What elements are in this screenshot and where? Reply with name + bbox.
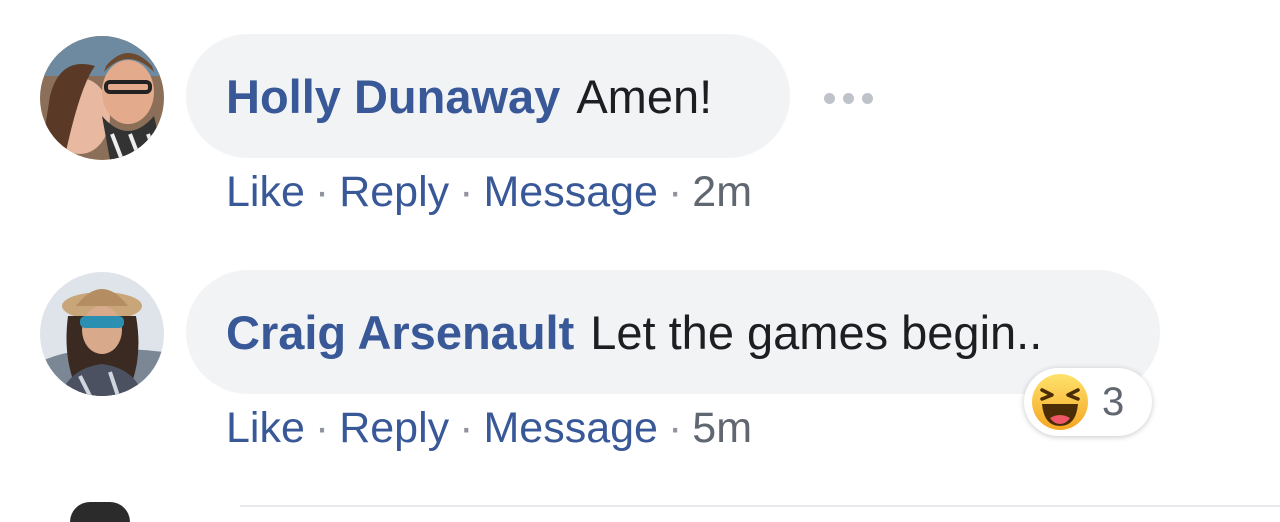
separator: · bbox=[667, 404, 683, 452]
avatar[interactable] bbox=[40, 272, 164, 396]
avatar[interactable] bbox=[70, 502, 130, 522]
divider bbox=[240, 505, 1280, 507]
comment-author[interactable]: Craig Arsenault bbox=[226, 305, 574, 360]
reply-link[interactable]: Reply bbox=[339, 168, 449, 216]
separator: · bbox=[459, 404, 474, 452]
haha-emoji-icon bbox=[1032, 374, 1088, 430]
message-link[interactable]: Message bbox=[483, 168, 657, 216]
comment-text: Amen! bbox=[576, 69, 713, 123]
comment-actions: Like · Reply · Message · 2m bbox=[226, 168, 752, 217]
separator: · bbox=[314, 404, 330, 452]
reply-link[interactable]: Reply bbox=[339, 404, 449, 452]
separator: · bbox=[459, 168, 474, 216]
comment-author[interactable]: Holly Dunaway bbox=[226, 69, 560, 124]
like-link[interactable]: Like bbox=[226, 404, 305, 452]
comment-bubble: Holly Dunaway Amen! bbox=[186, 34, 790, 158]
more-options-icon[interactable] bbox=[824, 90, 874, 104]
avatar[interactable] bbox=[40, 36, 164, 160]
comment-bubble: Craig Arsenault Let the games begin.. bbox=[186, 270, 1160, 394]
reactions-badge[interactable]: 3 bbox=[1024, 368, 1152, 436]
timestamp[interactable]: 2m bbox=[692, 168, 752, 216]
separator: · bbox=[314, 168, 330, 216]
reaction-count: 3 bbox=[1102, 379, 1125, 424]
avatar-photo bbox=[40, 36, 164, 160]
timestamp[interactable]: 5m bbox=[692, 404, 752, 452]
comment-actions: Like · Reply · Message · 5m bbox=[226, 404, 752, 453]
separator: · bbox=[667, 168, 683, 216]
comment-text: Let the games begin.. bbox=[590, 305, 1043, 359]
like-link[interactable]: Like bbox=[226, 168, 305, 216]
avatar-photo bbox=[40, 272, 164, 396]
message-link[interactable]: Message bbox=[483, 404, 657, 452]
